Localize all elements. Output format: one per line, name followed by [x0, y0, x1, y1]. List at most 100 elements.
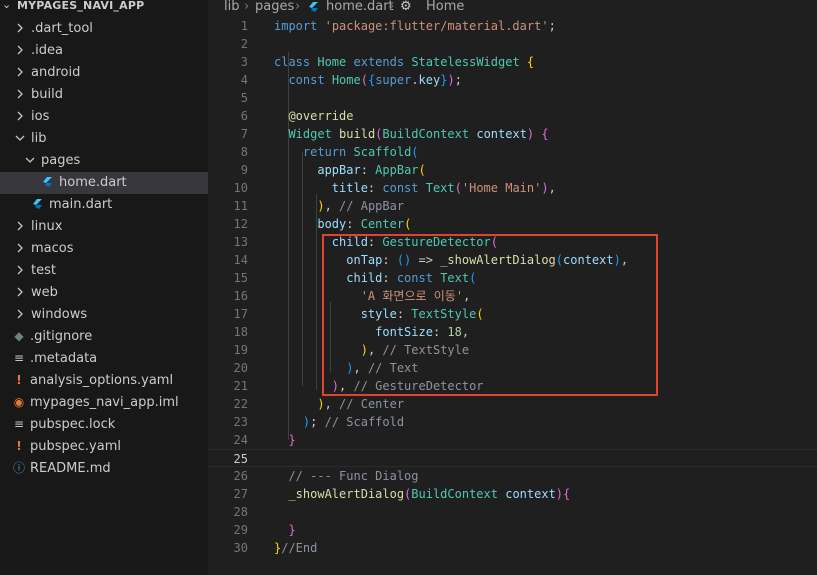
code-line: 10 title: const Text('Home Main'), — [208, 179, 817, 197]
tree-item-label: lib — [31, 131, 47, 146]
tree-item-label: README.md — [30, 461, 111, 476]
code-text: body: Center( — [317, 217, 412, 231]
tree-item-test[interactable]: test — [0, 260, 208, 282]
tree-item-build[interactable]: build — [0, 84, 208, 106]
tree-item-web[interactable]: web — [0, 282, 208, 304]
tree-item-label: macos — [31, 241, 74, 256]
tree-item-idea[interactable]: .idea — [0, 40, 208, 62]
line-number: 28 — [233, 505, 248, 519]
code-line: 28 — [208, 503, 817, 521]
code-text: } — [288, 433, 296, 447]
line-number: 29 — [233, 523, 248, 537]
dart-file-icon — [31, 197, 45, 211]
code-line: 27 _showAlertDialog(BuildContext context… — [208, 485, 817, 503]
line-number: 9 — [240, 163, 248, 177]
project-title: MYPAGES_NAVI_APP — [17, 0, 145, 12]
explorer-header[interactable]: ⌄ MYPAGES_NAVI_APP — [0, 0, 208, 16]
tree-item-label: linux — [31, 219, 63, 234]
line-number: 12 — [233, 217, 248, 231]
breadcrumb-item-home[interactable]: Home — [426, 0, 464, 14]
line-number: 25 — [233, 452, 248, 466]
rss-icon: ◉ — [13, 395, 25, 409]
chevron-right-icon — [14, 219, 26, 233]
dart-file-icon — [41, 175, 55, 189]
tree-item-label: web — [31, 285, 58, 300]
code-text: return Scaffold( — [302, 145, 419, 159]
line-number: 16 — [233, 289, 248, 303]
chevron-right-icon — [14, 263, 26, 277]
code-text: class Home extends StatelessWidget { — [274, 55, 535, 69]
line-number: 23 — [233, 415, 248, 429]
tree-item-mypages-navi-app-iml[interactable]: ◉ mypages_navi_app.iml — [0, 392, 208, 414]
tree-item-main-dart[interactable]: main.dart — [0, 194, 208, 216]
tree-item-label: .metadata — [30, 351, 98, 366]
code-line: 25 — [208, 449, 817, 467]
breadcrumb-item-pages[interactable]: pages — [255, 0, 294, 14]
chevron-down-icon: ⌄ — [2, 0, 12, 11]
code-text: _showAlertDialog(BuildContext context){ — [288, 487, 571, 501]
tree-item-lib[interactable]: lib — [0, 128, 208, 150]
tree-item-label: analysis_options.yaml — [30, 373, 174, 388]
tree-item-label: pubspec.lock — [30, 417, 116, 432]
tree-item-macos[interactable]: macos — [0, 238, 208, 260]
tree-item-linux[interactable]: linux — [0, 216, 208, 238]
code-text: const Home({super.key}); — [288, 73, 462, 87]
tree-item-ios[interactable]: ios — [0, 106, 208, 128]
line-number: 18 — [233, 325, 248, 339]
chevron-right-icon: › — [295, 0, 301, 14]
breadcrumb-item-lib[interactable]: lib — [224, 0, 239, 14]
line-number: 7 — [240, 127, 248, 141]
tree-item-label: pubspec.yaml — [30, 439, 121, 454]
tree-item-windows[interactable]: windows — [0, 304, 208, 326]
chevron-right-icon — [14, 109, 26, 123]
code-text: import 'package:flutter/material.dart'; — [274, 19, 556, 33]
line-number: 19 — [233, 343, 248, 357]
code-line: 9 appBar: AppBar( — [208, 161, 817, 179]
line-number: 21 — [233, 379, 248, 393]
explorer-sidebar: ⌄ MYPAGES_NAVI_APP .dart_tool .idea androi… — [0, 0, 208, 575]
tree-item-gitignore[interactable]: ◆ .gitignore — [0, 326, 208, 348]
line-number: 11 — [233, 199, 248, 213]
code-line: 2 — [208, 35, 817, 53]
code-line: 4 const Home({super.key}); — [208, 71, 817, 89]
tree-item-label: .gitignore — [30, 329, 93, 344]
code-text: appBar: AppBar( — [317, 163, 426, 177]
line-number: 26 — [233, 469, 248, 483]
line-number: 8 — [240, 145, 248, 159]
file-lines-icon: ≡ — [13, 351, 25, 365]
code-line: 22 ), // Center — [208, 395, 817, 413]
line-number: 30 — [233, 541, 248, 555]
tree-item-analysis-options-yaml[interactable]: ! analysis_options.yaml — [0, 370, 208, 392]
code-line: 3 class Home extends StatelessWidget { — [208, 53, 817, 71]
info-icon: ⓘ — [12, 461, 25, 475]
line-number: 2 — [240, 37, 248, 51]
chevron-right-icon: › — [244, 0, 250, 14]
line-number: 13 — [233, 235, 248, 249]
tree-item-pubspec-lock[interactable]: ≡ pubspec.lock — [0, 414, 208, 436]
tree-item-android[interactable]: android — [0, 62, 208, 84]
tree-item-home-dart[interactable]: home.dart — [0, 172, 208, 194]
line-number: 1 — [240, 19, 248, 33]
tree-item-metadata[interactable]: ≡ .metadata — [0, 348, 208, 370]
chevron-right-icon — [14, 21, 26, 35]
code-text: ); // Scaffold — [302, 415, 405, 429]
file-lines-icon: ≡ — [13, 417, 25, 431]
chevron-right-icon: › — [389, 0, 395, 14]
code-line: 8 return Scaffold( — [208, 143, 817, 161]
breadcrumb-item-home-dart[interactable]: home.dart — [326, 0, 394, 14]
tree-item-label: ios — [31, 109, 50, 124]
tree-item-label: test — [31, 263, 56, 278]
tree-item-dart-tool[interactable]: .dart_tool — [0, 18, 208, 40]
tree-item-label: .dart_tool — [31, 21, 93, 36]
line-number: 24 — [233, 433, 248, 447]
line-number: 14 — [233, 253, 248, 267]
line-number: 6 — [240, 109, 248, 123]
tree-item-label: mypages_navi_app.iml — [30, 395, 179, 410]
tree-item-pubspec-yaml[interactable]: ! pubspec.yaml — [0, 436, 208, 458]
breadcrumb: lib › pages › home.dart › ⚙ Home — [208, 0, 817, 16]
code-line: 29 } — [208, 521, 817, 539]
tree-item-readme-md[interactable]: ⓘ README.md — [0, 458, 208, 480]
tree-item-pages[interactable]: pages — [0, 150, 208, 172]
line-number: 20 — [233, 361, 248, 375]
tree-item-label: .idea — [31, 43, 63, 58]
